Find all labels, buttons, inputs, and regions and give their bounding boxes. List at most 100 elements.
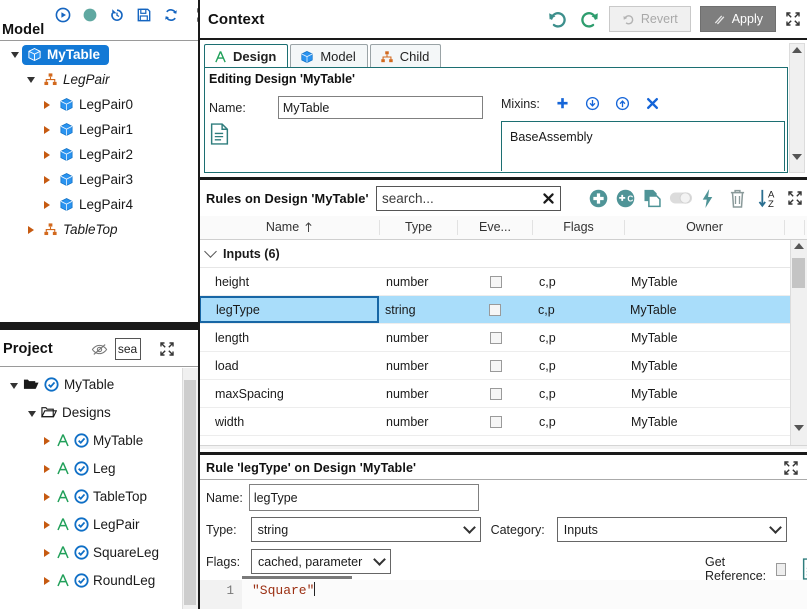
- code-line-content[interactable]: "Square": [242, 580, 807, 609]
- scroll-down-arrow-icon[interactable]: [794, 425, 804, 431]
- run-icon[interactable]: [55, 7, 71, 23]
- revert-button[interactable]: Revert: [608, 6, 691, 32]
- event-checkbox[interactable]: [489, 331, 502, 344]
- project-item-design-leg[interactable]: Leg: [0, 454, 182, 482]
- table-row[interactable]: legType string c,p MyTable: [200, 296, 790, 324]
- design-scrollbar[interactable]: [789, 43, 805, 173]
- project-item-designs[interactable]: Designs: [0, 398, 182, 426]
- duplicate-rule-button[interactable]: [642, 188, 663, 209]
- twisty-right-icon[interactable]: [40, 125, 54, 134]
- twisty-right-icon[interactable]: [44, 573, 50, 588]
- delete-rule-button[interactable]: [728, 188, 747, 209]
- status-indicator-icon[interactable]: [82, 7, 98, 23]
- undo-icon[interactable]: [547, 8, 569, 30]
- twisty-right-icon[interactable]: [40, 175, 54, 184]
- mixins-list-item[interactable]: BaseAssembly: [510, 130, 784, 144]
- tab-model[interactable]: Model: [290, 44, 368, 68]
- table-row[interactable]: length number c,p MyTable: [200, 324, 790, 352]
- twisty-right-icon[interactable]: [44, 545, 50, 560]
- tree-item-tabletop[interactable]: TableTop: [0, 217, 200, 242]
- table-row[interactable]: maxSpacing number c,p MyTable: [200, 380, 790, 408]
- twisty-down-icon[interactable]: [28, 405, 36, 420]
- hide-eye-icon[interactable]: [91, 342, 108, 357]
- document-icon[interactable]: [210, 123, 229, 145]
- event-checkbox[interactable]: [489, 387, 502, 400]
- rule-name-input[interactable]: legType: [248, 484, 479, 511]
- mixins-list[interactable]: BaseAssembly: [501, 121, 785, 171]
- expand-icon[interactable]: [785, 11, 801, 27]
- rule-category-select[interactable]: Inputs: [556, 517, 787, 542]
- clear-x-icon[interactable]: [542, 192, 555, 205]
- evaluate-button[interactable]: [699, 188, 716, 209]
- event-checkbox[interactable]: [489, 415, 502, 428]
- event-checkbox[interactable]: [488, 303, 501, 316]
- column-header-type[interactable]: Type: [380, 220, 458, 235]
- event-checkbox[interactable]: [489, 275, 502, 288]
- design-name-input[interactable]: MyTable: [277, 96, 483, 119]
- twisty-right-icon[interactable]: [40, 200, 54, 209]
- project-item-design-squareleg[interactable]: SquareLeg: [0, 538, 182, 566]
- rule-code-editor[interactable]: 1 "Square": [200, 580, 807, 609]
- save-icon[interactable]: [136, 7, 152, 23]
- detail-splitter[interactable]: [200, 452, 807, 455]
- project-search-input[interactable]: sea: [114, 338, 141, 360]
- twisty-down-icon[interactable]: [24, 76, 38, 83]
- refresh-icon[interactable]: [163, 7, 179, 23]
- column-header-owner[interactable]: Owner: [625, 220, 785, 235]
- sort-button[interactable]: AZ: [757, 188, 781, 209]
- twisty-down-icon[interactable]: [8, 51, 22, 58]
- rules-search-input[interactable]: search...: [376, 186, 561, 211]
- column-header-event[interactable]: Eve...: [458, 220, 533, 235]
- tree-item-legpair-group[interactable]: LegPair: [0, 67, 200, 92]
- document-icon[interactable]: [802, 558, 807, 580]
- history-icon[interactable]: [109, 7, 125, 23]
- twisty-right-icon[interactable]: [44, 433, 50, 448]
- tree-item-legpair0[interactable]: LegPair0: [0, 92, 200, 117]
- apply-button[interactable]: Apply: [699, 6, 776, 32]
- project-item-design-legpair[interactable]: LegPair: [0, 510, 182, 538]
- remove-icon[interactable]: [645, 96, 660, 111]
- get-reference-checkbox[interactable]: [775, 562, 787, 576]
- scroll-up-arrow-icon[interactable]: [792, 47, 802, 53]
- table-row[interactable]: height number c,p MyTable: [200, 268, 790, 296]
- twisty-right-icon[interactable]: [40, 100, 54, 109]
- rule-flags-select[interactable]: cached, parameter: [251, 549, 392, 574]
- add-child-rule-button[interactable]: C: [615, 188, 636, 209]
- event-checkbox[interactable]: [489, 359, 502, 372]
- twisty-right-icon[interactable]: [40, 150, 54, 159]
- tab-child[interactable]: Child: [369, 44, 442, 68]
- twisty-right-icon[interactable]: [44, 461, 50, 476]
- table-row[interactable]: load number c,p MyTable: [200, 352, 790, 380]
- tab-design[interactable]: Design: [204, 44, 289, 68]
- model-project-splitter[interactable]: [0, 322, 200, 330]
- column-header-flags[interactable]: Flags: [533, 220, 625, 235]
- project-item-design-mytable[interactable]: MyTable: [0, 426, 182, 454]
- rules-splitter[interactable]: [200, 177, 807, 180]
- project-item-design-roundleg[interactable]: RoundLeg: [0, 566, 182, 594]
- expand-icon[interactable]: [159, 341, 175, 357]
- tree-item-legpair4[interactable]: LegPair4: [0, 192, 200, 217]
- twisty-right-icon[interactable]: [44, 489, 50, 504]
- rules-grid-scrollbar-thumb[interactable]: [792, 258, 805, 288]
- scroll-up-arrow-icon[interactable]: [794, 243, 804, 249]
- project-item-design-tabletop[interactable]: TableTop: [0, 482, 182, 510]
- redo-icon[interactable]: [578, 8, 600, 30]
- twisty-right-icon[interactable]: [24, 225, 38, 234]
- tree-item-mytable[interactable]: MyTable: [0, 42, 200, 67]
- add-icon[interactable]: [555, 96, 570, 111]
- scroll-down-arrow-icon[interactable]: [792, 154, 802, 160]
- tree-item-legpair1[interactable]: LegPair1: [0, 117, 200, 142]
- toggle-button[interactable]: [669, 190, 693, 206]
- rule-type-select[interactable]: string: [250, 517, 481, 542]
- chevron-down-icon[interactable]: [204, 245, 217, 258]
- move-down-icon[interactable]: [585, 96, 600, 111]
- move-up-icon[interactable]: [615, 96, 630, 111]
- twisty-down-icon[interactable]: [10, 377, 18, 392]
- expand-button[interactable]: [787, 190, 803, 206]
- column-header-name[interactable]: Name: [200, 220, 380, 235]
- table-row[interactable]: width number c,p MyTable: [200, 408, 790, 436]
- add-rule-button[interactable]: [588, 188, 609, 209]
- twisty-right-icon[interactable]: [44, 517, 50, 532]
- project-scrollbar-thumb[interactable]: [184, 380, 196, 605]
- rules-group-inputs[interactable]: Inputs (6): [200, 240, 790, 268]
